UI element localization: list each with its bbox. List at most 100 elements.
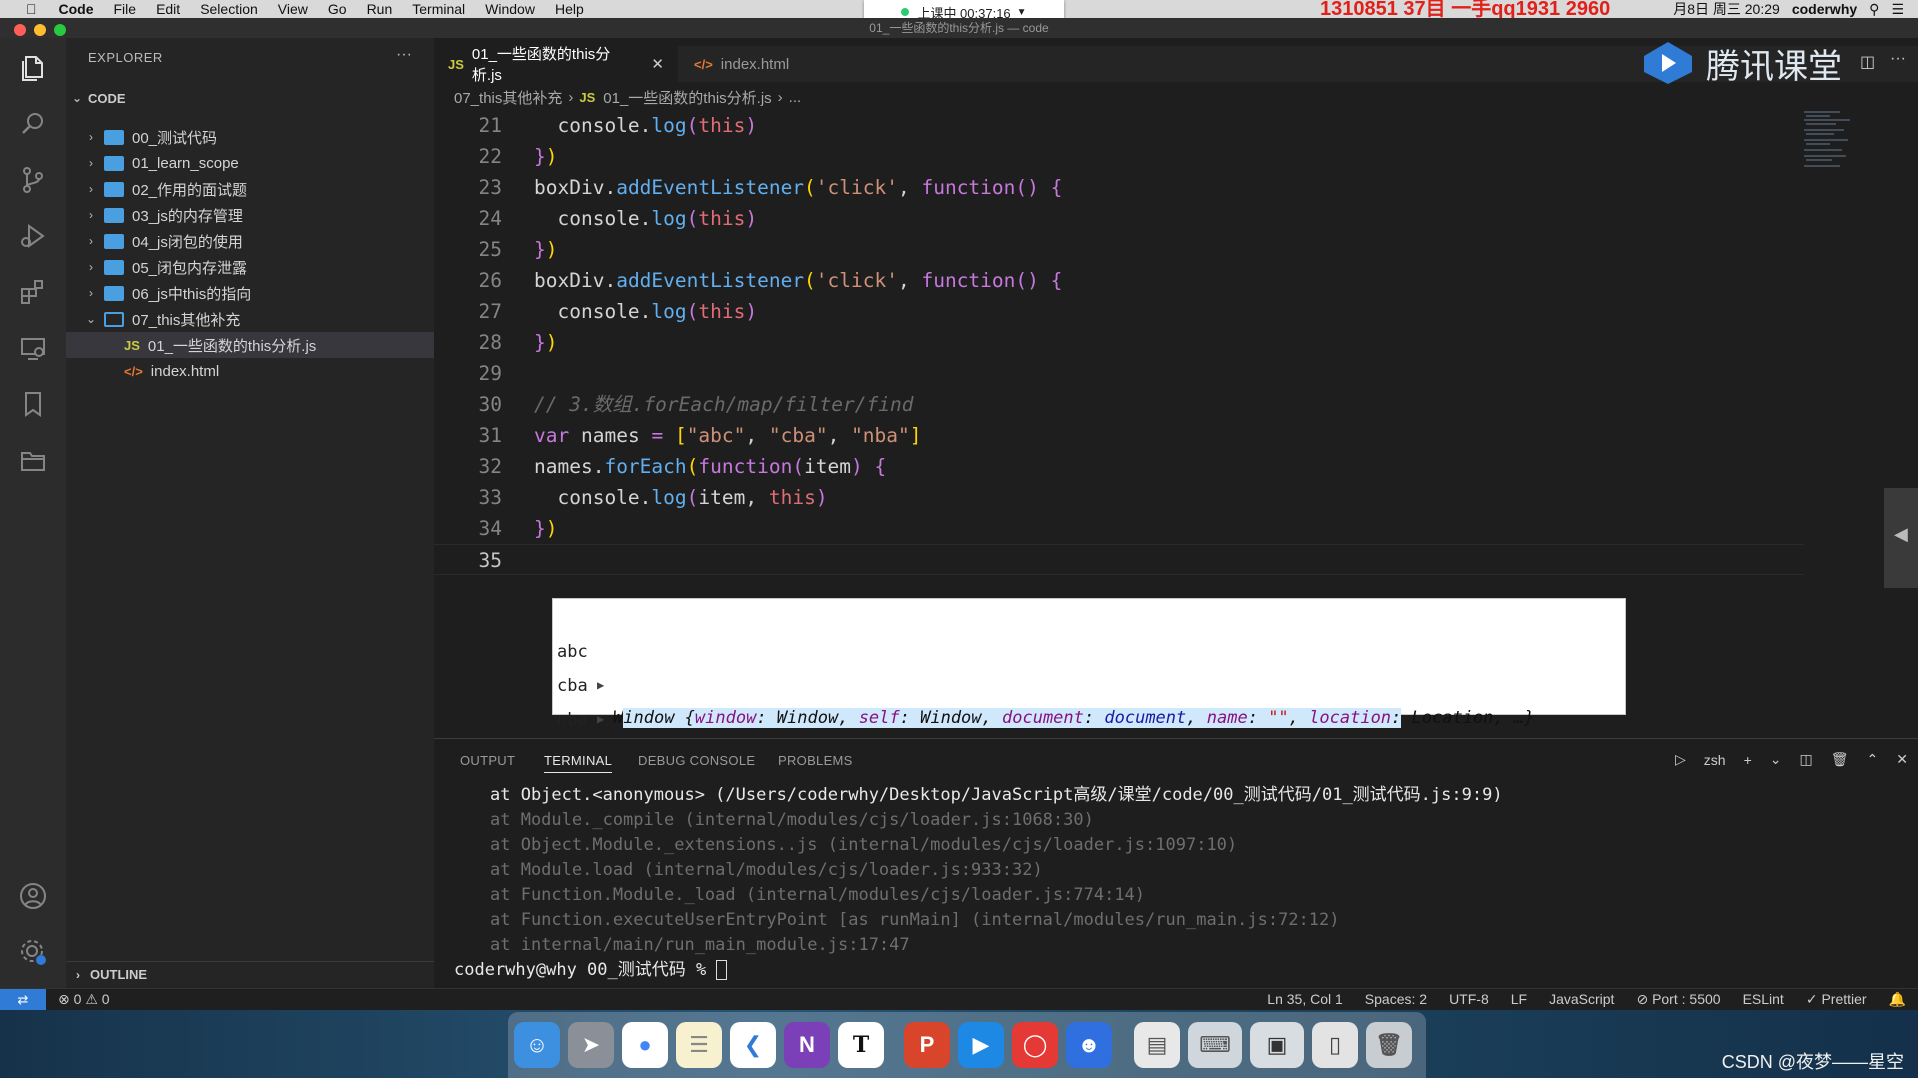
preview-icon[interactable]: ▤ xyxy=(1134,1022,1180,1068)
bottom-panel: OUTPUT TERMINAL DEBUG CONSOLE PROBLEMS ▷… xyxy=(434,738,1918,988)
menu-go[interactable]: Go xyxy=(318,0,357,18)
scrollbar-handle[interactable]: ◀ xyxy=(1884,488,1918,588)
chrome-icon[interactable]: ● xyxy=(622,1022,668,1068)
extensions-icon[interactable] xyxy=(17,276,49,308)
maximize-window-button[interactable] xyxy=(54,24,66,36)
add-terminal-icon[interactable]: + xyxy=(1744,752,1752,768)
tencent-classroom-icon[interactable]: ▶ xyxy=(958,1022,1004,1068)
remote-indicator-icon[interactable]: ⇄ xyxy=(0,989,46,1011)
terminal-output[interactable]: at Object.<anonymous> (/Users/coderwhy/D… xyxy=(454,783,1503,983)
file-item[interactable]: </> index.html xyxy=(66,358,434,384)
screen-share-icon[interactable]: ▣ xyxy=(1250,1022,1304,1068)
terminal-line: at Object.<anonymous> (/Users/coderwhy/D… xyxy=(490,785,1503,805)
workspace-root[interactable]: ⌄ CODE xyxy=(66,86,434,110)
indentation[interactable]: Spaces: 2 xyxy=(1365,991,1427,1008)
tab-inactive[interactable]: </> index.html xyxy=(680,46,810,82)
problems-indicator[interactable]: ⊗ 0 ⚠ 0 xyxy=(58,991,110,1008)
source-control-icon[interactable] xyxy=(17,164,49,196)
notes-icon[interactable]: ☰ xyxy=(676,1022,722,1068)
tab-active[interactable]: JS 01_一些函数的this分析.js ✕ xyxy=(434,46,678,84)
tab-output[interactable]: OUTPUT xyxy=(460,753,515,768)
outline-section[interactable]: › OUTLINE xyxy=(66,961,434,987)
trash-icon[interactable]: 🗑 xyxy=(1366,1022,1412,1068)
end-of-line[interactable]: LF xyxy=(1511,991,1527,1008)
settings-gear-icon[interactable] xyxy=(17,936,49,968)
onenote-icon[interactable]: N xyxy=(784,1022,830,1068)
minimize-window-button[interactable] xyxy=(34,24,46,36)
chevron-down-icon[interactable]: ⌄ xyxy=(1770,751,1782,768)
menubar-user[interactable]: coderwhy xyxy=(1792,1,1857,17)
file-item-active[interactable]: JS 01_一些函数的this分析.js xyxy=(66,332,434,358)
account-icon[interactable] xyxy=(17,880,49,912)
document-icon[interactable]: ▯ xyxy=(1312,1022,1358,1068)
close-panel-icon[interactable]: ✕ xyxy=(1896,751,1908,768)
finder-icon[interactable]: ☺ xyxy=(514,1022,560,1068)
close-tab-icon[interactable]: ✕ xyxy=(651,55,664,73)
expand-triangle-icon[interactable]: ▶ xyxy=(597,703,604,736)
cursor-position[interactable]: Ln 35, Col 1 xyxy=(1267,991,1343,1008)
more-actions-icon[interactable]: ··· xyxy=(1890,50,1906,68)
menu-view[interactable]: View xyxy=(268,0,318,18)
run-debug-icon[interactable] xyxy=(17,220,49,252)
folder-item[interactable]: › 02_作用的面试题 xyxy=(66,176,434,202)
qq-icon[interactable]: ☻ xyxy=(1066,1022,1112,1068)
trash-icon[interactable]: 🗑 xyxy=(1831,751,1849,768)
vscode-icon[interactable]: ❮ xyxy=(730,1022,776,1068)
folder-item[interactable]: › 06_js中this的指向 xyxy=(66,280,434,306)
more-actions-icon[interactable]: ··· xyxy=(396,46,412,64)
launchpad-icon[interactable]: ➤ xyxy=(568,1022,614,1068)
folder-item[interactable]: › 04_js闭包的使用 xyxy=(66,228,434,254)
console-row[interactable]: abc ▶ Window {window: Window, self: Wind… xyxy=(553,603,1627,728)
breadcrumb-symbol[interactable]: ... xyxy=(789,89,802,106)
chevron-up-icon[interactable]: ⌃ xyxy=(1867,751,1879,768)
code-line: console.log(this) xyxy=(557,114,758,137)
netease-music-icon[interactable]: ◯ xyxy=(1012,1022,1058,1068)
folder-item[interactable]: › 05_闭包内存泄露 xyxy=(66,254,434,280)
console-row[interactable]: cba ▶ Window {window: Window, self: Wind… xyxy=(553,637,1627,762)
apple-icon[interactable]:  xyxy=(0,1,49,17)
split-terminal-icon[interactable]: ◫ xyxy=(1800,751,1813,768)
explorer-icon[interactable] xyxy=(17,52,49,84)
spotlight-search-icon[interactable]: ⚲ xyxy=(1869,1,1879,18)
project-manager-icon[interactable] xyxy=(17,444,49,476)
folder-item[interactable]: › 01_learn_scope xyxy=(66,150,434,176)
remote-explorer-icon[interactable] xyxy=(17,332,49,364)
menu-run[interactable]: Run xyxy=(357,0,403,18)
menu-file[interactable]: File xyxy=(104,0,147,18)
breadcrumb-folder[interactable]: 07_this其他补充 xyxy=(454,87,562,108)
menu-edit[interactable]: Edit xyxy=(146,0,190,18)
menu-app[interactable]: Code xyxy=(49,0,104,18)
folder-item[interactable]: › 00_测试代码 xyxy=(66,124,434,150)
typora-icon[interactable]: T xyxy=(838,1022,884,1068)
chevron-right-icon: › xyxy=(89,234,93,248)
eslint-status[interactable]: ESLint xyxy=(1743,991,1784,1008)
minimap[interactable] xyxy=(1800,108,1890,188)
bookmark-icon[interactable] xyxy=(17,388,49,420)
code-line: boxDiv.addEventListener('click', functio… xyxy=(534,269,1063,292)
folder-item-open[interactable]: ⌄ 07_this其他补充 xyxy=(66,306,434,332)
console-output-popup: abc ▶ Window {window: Window, self: Wind… xyxy=(552,598,1627,796)
menu-help[interactable]: Help xyxy=(545,0,594,18)
tab-debug-console[interactable]: DEBUG CONSOLE xyxy=(638,753,755,768)
control-center-icon[interactable]: ☰ xyxy=(1891,1,1904,18)
tab-terminal[interactable]: TERMINAL xyxy=(544,753,613,773)
powerpoint-icon[interactable]: P xyxy=(904,1022,950,1068)
menu-terminal[interactable]: Terminal xyxy=(402,0,475,18)
live-server-port[interactable]: ⊘ Port : 5500 xyxy=(1636,991,1720,1008)
split-editor-icon[interactable]: ◫ xyxy=(1860,52,1875,72)
notifications-bell-icon[interactable]: 🔔 xyxy=(1889,991,1906,1008)
folder-item[interactable]: › 03_js的内存管理 xyxy=(66,202,434,228)
keyboard-icon[interactable]: ⌨ xyxy=(1188,1022,1242,1068)
terminal-shell-name[interactable]: zsh xyxy=(1704,752,1726,768)
menu-window[interactable]: Window xyxy=(475,0,545,18)
language-mode[interactable]: JavaScript xyxy=(1549,991,1614,1008)
breadcrumb-file[interactable]: 01_一些函数的this分析.js xyxy=(603,87,771,108)
search-icon[interactable] xyxy=(17,108,49,140)
console-row[interactable]: nba ▶ Window {window: Window, self: Wind… xyxy=(553,671,1627,796)
prettier-status[interactable]: ✓ Prettier xyxy=(1806,991,1867,1008)
close-window-button[interactable] xyxy=(14,24,26,36)
tab-problems[interactable]: PROBLEMS xyxy=(778,753,853,768)
terminal-prompt-line[interactable]: coderwhy@why 00_测试代码 % xyxy=(454,958,1503,983)
encoding[interactable]: UTF-8 xyxy=(1449,991,1489,1008)
menu-selection[interactable]: Selection xyxy=(190,0,268,18)
